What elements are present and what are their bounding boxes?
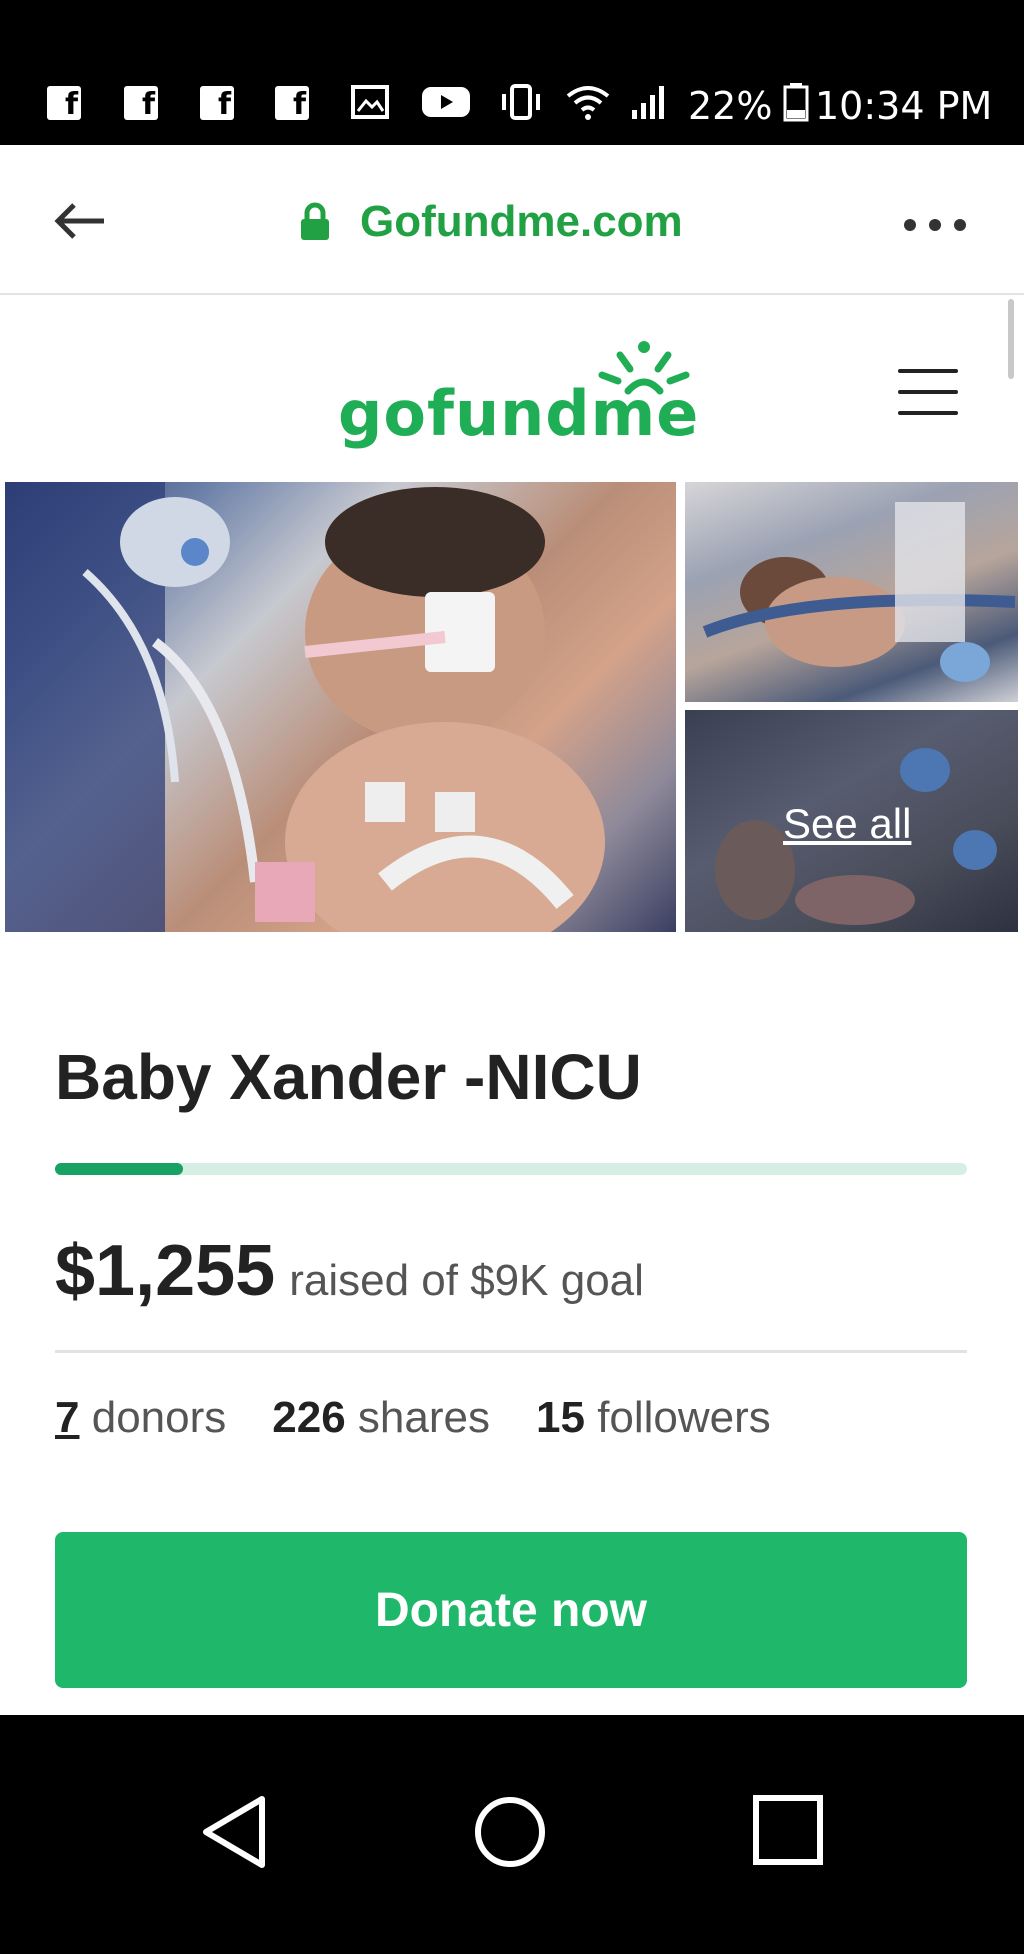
hamburger-menu-icon[interactable] [898, 369, 958, 417]
amount-row: $1,255 raised of $9K goal [55, 1230, 975, 1312]
goal-text: raised of $9K goal [289, 1256, 644, 1305]
facebook-icon: f [47, 86, 81, 122]
donors-count[interactable]: 7 [55, 1393, 79, 1442]
youtube-icon [422, 87, 470, 117]
recent-apps-square-icon[interactable] [752, 1794, 824, 1866]
donate-now-button[interactable]: Donate now [55, 1532, 967, 1688]
web-page: gofundme See all Baby Xander -NICU $1,25… [0, 295, 1024, 1715]
clock: 10:34 PM [815, 84, 993, 128]
donors-label: donors [91, 1393, 227, 1442]
status-bar: f f f f 22% 10:34 PM [0, 0, 1024, 145]
battery-percent: 22% [688, 84, 773, 128]
wifi-icon [566, 86, 610, 120]
followers-label: followers [597, 1393, 771, 1442]
campaign-photo-thumb[interactable] [685, 482, 1018, 702]
back-arrow-icon[interactable] [52, 201, 108, 241]
signal-icon [632, 86, 664, 119]
image-icon [351, 85, 389, 119]
overflow-menu-icon[interactable] [900, 215, 970, 235]
battery-icon [783, 83, 809, 122]
see-all-photos-tile[interactable]: See all [685, 710, 1018, 932]
campaign-stats: 7 donors 226 shares 15 followers [55, 1393, 817, 1443]
browser-toolbar: Gofundme.com [0, 145, 1024, 295]
android-navigation-bar [0, 1715, 1024, 1954]
lock-icon [301, 202, 329, 240]
facebook-icon: f [200, 86, 234, 122]
baby-photo-illustration [5, 482, 605, 932]
shares-label: shares [357, 1393, 490, 1442]
gofundme-logo[interactable]: gofundme [338, 377, 699, 450]
url-text[interactable]: Gofundme.com [360, 197, 683, 247]
back-triangle-icon[interactable] [200, 1794, 270, 1870]
shares-count: 226 [272, 1393, 346, 1442]
campaign-title: Baby Xander -NICU [55, 1041, 642, 1113]
funding-progress-fill [55, 1163, 183, 1175]
followers-stat: 15 followers [536, 1393, 771, 1442]
home-circle-icon[interactable] [472, 1794, 548, 1870]
campaign-photo-main[interactable] [5, 482, 676, 932]
donors-stat[interactable]: 7 donors [55, 1393, 226, 1442]
divider [55, 1350, 967, 1353]
facebook-icon: f [124, 86, 158, 122]
amount-raised: $1,255 [55, 1231, 276, 1311]
site-header: gofundme [0, 295, 1024, 480]
followers-count: 15 [536, 1393, 585, 1442]
photo-illustration [702, 502, 1016, 682]
shares-stat: 226 shares [272, 1393, 490, 1442]
funding-progress-bar [55, 1163, 967, 1175]
facebook-icon: f [275, 86, 309, 122]
vibrate-icon [502, 84, 540, 120]
see-all-link[interactable]: See all [783, 800, 911, 848]
